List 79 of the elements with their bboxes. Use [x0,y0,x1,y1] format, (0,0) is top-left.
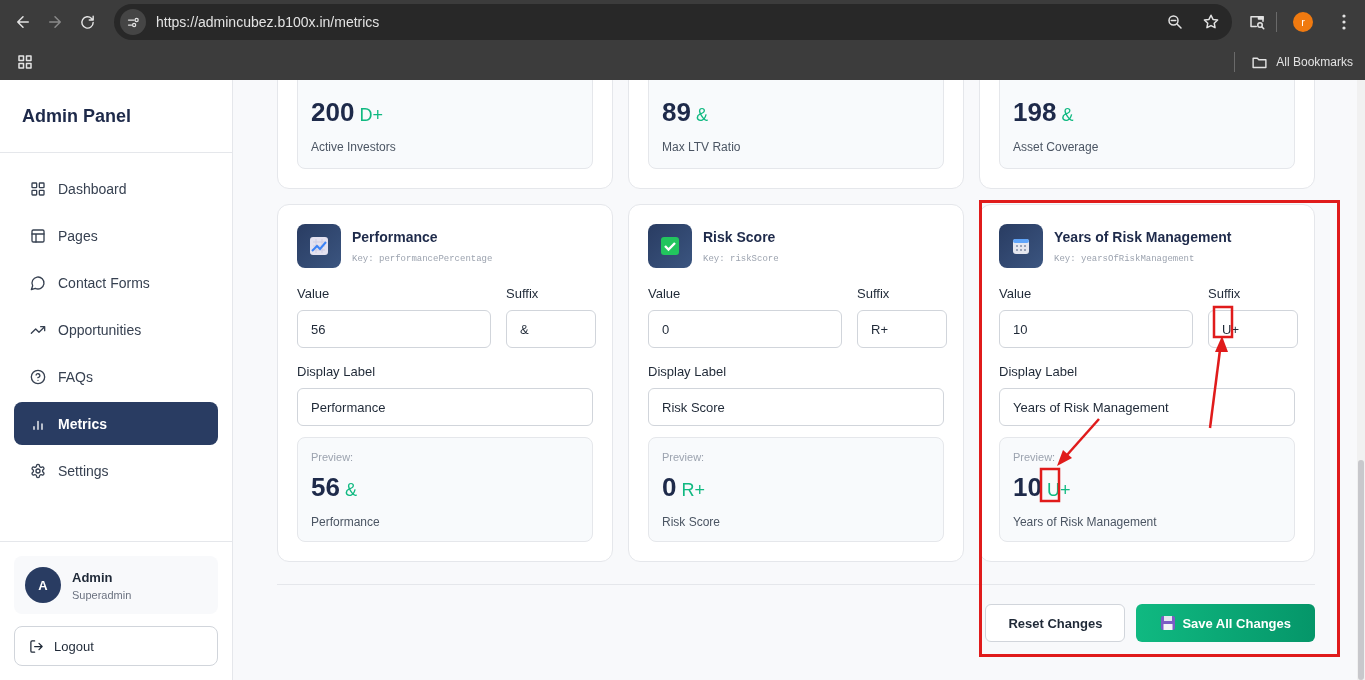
logout-button[interactable]: Logout [14,626,218,666]
preview-label: Asset Coverage [1013,140,1100,154]
field-label: Suffix [1208,286,1242,303]
suffix-field[interactable]: R+ [857,310,947,348]
preview-heading: Preview: [1013,451,1057,463]
preview-value: 89 [662,97,691,128]
preview-value: 200 [311,97,355,128]
preview-label: Years of Risk Management [1013,515,1158,529]
preview-value: 198 [1013,97,1057,128]
help-icon [30,368,46,385]
preview-suffix: & [1061,105,1074,126]
forward-arrow-icon [46,13,64,31]
sidebar-item[interactable]: Opportunities [14,308,218,351]
user-role: Superadmin [72,588,132,601]
sidebar-item[interactable]: FAQs [14,355,218,398]
metric-title: Risk Score [703,229,777,245]
apps-grid-icon [16,53,34,71]
address-bar[interactable]: https://admincubez.b100x.in/metrics [114,4,1232,40]
sidebar-item[interactable]: Pages [14,214,218,257]
metric-key: Key: performancePercentage [352,254,493,264]
reload-icon [78,13,96,31]
field-label: Suffix [857,286,891,303]
display-label-field[interactable]: Years of Risk Management [999,388,1295,426]
field-label: Value [297,286,331,303]
layout-icon [30,227,46,244]
grid-icon [30,180,46,197]
preview-suffix: R+ [681,480,705,501]
sidebar-item[interactable]: Dashboard [14,167,218,210]
preview-value: 56 [311,472,340,503]
metric-key: Key: riskScore [703,254,779,264]
back-arrow-icon [14,13,32,31]
field-label: Display Label [999,364,1079,381]
display-label-field[interactable]: Performance [297,388,593,426]
field-label: Value [999,286,1033,303]
preview-label: Performance [311,515,381,529]
metric-key: Key: yearsOfRiskManagement [1054,254,1232,264]
value-field[interactable]: 56 [297,310,491,348]
gear-icon [30,462,46,479]
field-label: Suffix [506,286,540,303]
menu-icon [1342,14,1346,30]
site-settings-button[interactable] [120,9,146,35]
zoom-out-icon [1166,13,1184,31]
preview-heading: Preview: [311,451,355,463]
metric-title: Performance [352,229,439,245]
preview-value: 0 [662,472,677,503]
all-bookmarks-button[interactable]: All Bookmarks [1251,53,1353,71]
tab-search-icon [1248,13,1266,31]
checkmark-icon [660,236,680,256]
reset-button[interactable]: Reset Changes [985,604,1126,642]
logout-icon [29,638,44,654]
user-name: Admin [72,569,114,585]
preview-label: Risk Score [662,515,721,529]
preview-label: Max LTV Ratio [662,140,742,154]
preview-suffix: & [695,105,708,126]
preview-suffix: & [344,480,357,501]
preview-label: Active Investors [311,140,397,154]
star-icon [1202,13,1220,31]
display-label-field[interactable]: Risk Score [648,388,944,426]
app-title: Admin Panel [0,80,232,153]
scrollbar[interactable] [1357,80,1365,680]
url-text: https://admincubez.b100x.in/metrics [156,14,381,30]
field-label: Display Label [648,364,728,381]
calendar-icon [1011,236,1031,256]
field-label: Display Label [297,364,377,381]
sidebar-item[interactable]: Contact Forms [14,261,218,304]
sidebar-item[interactable]: Settings [14,449,218,492]
value-field[interactable]: 10 [999,310,1193,348]
value-field[interactable]: 0 [648,310,842,348]
user-avatar: A [25,567,61,603]
annotation-arrow [1057,418,1100,466]
preview-heading: Preview: [662,451,706,463]
preview-value: 10 [1013,472,1042,503]
field-label: Value [648,286,682,303]
chart-icon [309,236,329,256]
sidebar-item[interactable]: Metrics [14,402,218,445]
suffix-field[interactable]: & [506,310,596,348]
preview-suffix: D+ [359,105,383,126]
chat-bubble-icon [30,274,46,291]
metric-title: Years of Risk Management [1054,229,1232,245]
